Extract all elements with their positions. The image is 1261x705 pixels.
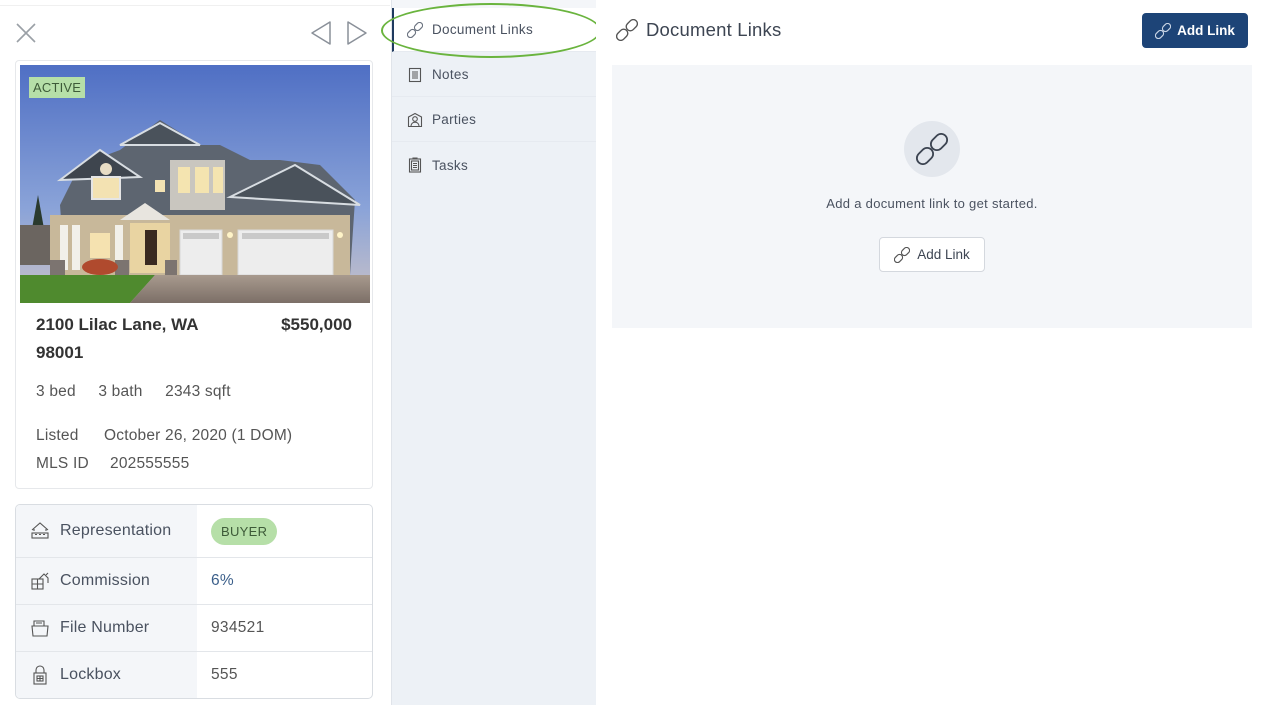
lockbox-value: 555 — [211, 666, 238, 683]
house-photo — [20, 65, 370, 303]
detail-row-lockbox: Lockbox 555 — [16, 652, 372, 698]
listed-value: October 26, 2020 (1 DOM) — [104, 427, 293, 444]
lockbox-icon — [33, 665, 47, 685]
mls-value: 202555555 — [110, 455, 190, 472]
details-table: Representation BUYER Commission 6% File … — [15, 504, 373, 699]
clipboard-icon — [408, 157, 422, 173]
add-link-label: Add Link — [1177, 23, 1235, 38]
nav-label: Tasks — [432, 157, 469, 173]
nav-item-notes[interactable]: Notes — [392, 53, 596, 97]
beds: 3 bed — [36, 383, 76, 400]
detail-row-commission: Commission 6% — [16, 558, 372, 605]
nav-label: Notes — [432, 67, 469, 82]
file-number-value: 934521 — [211, 619, 265, 636]
page-title: Document Links — [616, 19, 781, 41]
person-icon — [407, 112, 423, 127]
nav-item-tasks[interactable]: Tasks — [392, 143, 596, 187]
listing-panel: ACTIVE 2100 Lilac Lane, WA 98001 $550,00… — [0, 0, 390, 705]
listing-price: $550,000 — [281, 315, 352, 334]
commission-value: 6% — [211, 572, 235, 589]
empty-add-link-label: Add Link — [917, 247, 970, 262]
mls-label: MLS ID — [36, 455, 89, 472]
empty-add-link-button[interactable]: Add Link — [879, 237, 985, 272]
listed-row: Listed October 26, 2020 (1 DOM) — [36, 427, 292, 445]
link-icon — [916, 133, 948, 165]
triangle-right-icon — [347, 21, 367, 45]
listing-photo[interactable]: ACTIVE — [20, 65, 370, 303]
next-button[interactable] — [345, 20, 369, 46]
section-nav: Document Links Notes Parties Tasks — [391, 0, 597, 705]
empty-state-icon — [904, 121, 960, 177]
detail-row-file-number: File Number 934521 — [16, 605, 372, 652]
empty-state-message: Add a document link to get started. — [826, 196, 1038, 211]
house-sign-icon — [31, 522, 49, 539]
divider — [0, 5, 390, 6]
listing-card: ACTIVE 2100 Lilac Lane, WA 98001 $550,00… — [15, 60, 373, 489]
main-content: Document Links Add Link Add a document l… — [596, 0, 1261, 705]
link-icon — [1155, 22, 1172, 39]
close-icon — [16, 23, 36, 43]
page-title-text: Document Links — [646, 19, 782, 40]
link-icon — [894, 246, 911, 263]
detail-label: Lockbox — [60, 666, 121, 683]
mls-row: MLS ID 202555555 — [36, 455, 189, 473]
add-link-button[interactable]: Add Link — [1142, 13, 1248, 48]
listed-label: Listed — [36, 427, 79, 444]
representation-badge: BUYER — [211, 517, 278, 545]
nav-item-parties[interactable]: Parties — [392, 98, 596, 142]
notes-icon — [408, 67, 422, 82]
sqft: 2343 sqft — [165, 383, 231, 400]
nav-label: Document Links — [432, 22, 533, 37]
status-badge: ACTIVE — [29, 77, 86, 98]
close-button[interactable] — [14, 21, 38, 45]
folder-icon — [31, 620, 49, 637]
baths: 3 bath — [98, 383, 143, 400]
listing-address: 2100 Lilac Lane, WA 98001 — [36, 315, 198, 362]
listing-specs: 3 bed 3 bath 2343 sqft — [36, 383, 249, 401]
detail-row-representation: Representation BUYER — [16, 505, 372, 558]
triangle-left-icon — [311, 21, 331, 45]
link-icon — [616, 19, 638, 41]
link-icon — [407, 21, 423, 38]
empty-state: Add a document link to get started. Add … — [612, 65, 1252, 328]
detail-label: Representation — [60, 522, 172, 539]
detail-label: Commission — [60, 572, 151, 589]
detail-label: File Number — [60, 619, 150, 636]
nav-item-document-links[interactable]: Document Links — [392, 8, 596, 52]
nav-label: Parties — [432, 112, 477, 127]
building-icon — [31, 572, 49, 590]
previous-button[interactable] — [309, 20, 333, 46]
